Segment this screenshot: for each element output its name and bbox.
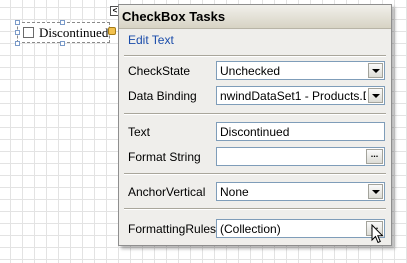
- ellipsis-icon[interactable]: ...: [366, 149, 383, 164]
- formatting-rules-value: (Collection): [220, 222, 281, 236]
- text-input[interactable]: Discontinued: [216, 122, 385, 141]
- checkbox-control[interactable]: Discontinued: [17, 22, 110, 43]
- check-state-dropdown[interactable]: Unchecked: [216, 61, 385, 80]
- dropdown-arrow-icon: [372, 69, 380, 73]
- format-string-label: Format String: [128, 150, 201, 164]
- formatting-rules-input[interactable]: (Collection) ...: [216, 219, 385, 238]
- dropdown-arrow-icon: [372, 94, 380, 98]
- resize-handle-top[interactable]: [60, 20, 65, 25]
- text-value: Discontinued: [220, 125, 290, 139]
- resize-handle-top-left[interactable]: [15, 20, 20, 25]
- checkbox-tasks-panel: CheckBox Tasks Edit Text CheckState Unch…: [118, 4, 392, 246]
- checkbox-box[interactable]: [23, 27, 34, 38]
- resize-handle-bottom[interactable]: [60, 41, 65, 46]
- dropdown-arrow-icon: [372, 190, 380, 194]
- panel-title: CheckBox Tasks: [122, 9, 226, 24]
- checkbox-label: Discontinued: [39, 25, 109, 40]
- text-label: Text: [128, 125, 151, 139]
- mouse-cursor-icon: [371, 224, 384, 244]
- resize-handle-bottom-left[interactable]: [15, 41, 20, 46]
- divider: [124, 55, 386, 57]
- formatting-rules-label: FormattingRules: [128, 222, 217, 236]
- check-state-value: Unchecked: [220, 64, 281, 78]
- data-binding-label: Data Binding: [128, 89, 197, 103]
- anchor-vertical-dropdown[interactable]: None: [216, 182, 385, 201]
- smart-tag-icon[interactable]: [108, 27, 116, 35]
- panel-header: CheckBox Tasks: [119, 5, 391, 29]
- divider: [124, 113, 386, 115]
- divider: [124, 173, 386, 175]
- edit-text-link[interactable]: Edit Text: [128, 33, 174, 47]
- format-string-input[interactable]: ...: [216, 147, 385, 166]
- resize-handle-left[interactable]: [15, 30, 20, 35]
- data-binding-dropdown[interactable]: nwindDataSet1 - Products.Dis: [216, 86, 385, 105]
- divider: [124, 208, 386, 210]
- dropdown-button[interactable]: [368, 63, 383, 78]
- check-state-label: CheckState: [128, 64, 191, 78]
- dropdown-button[interactable]: [368, 88, 383, 103]
- data-binding-value: nwindDataSet1 - Products.Dis: [220, 89, 366, 103]
- anchor-vertical-value: None: [220, 185, 249, 199]
- dropdown-button[interactable]: [368, 184, 383, 199]
- anchor-vertical-label: AnchorVertical: [128, 185, 206, 199]
